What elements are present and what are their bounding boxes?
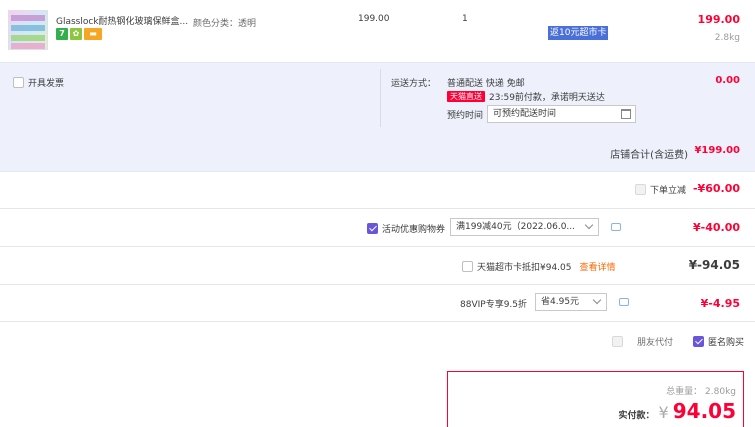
store-total-value: ¥199.00 (694, 145, 740, 156)
activity-coupon-checkbox[interactable] (367, 223, 378, 234)
order-discount-label: 下单立减 (650, 186, 687, 196)
activity-coupon-value: ¥-40.00 (692, 221, 740, 234)
store-total-label: 店铺合计(含运费) (610, 150, 688, 161)
appointment-input[interactable]: 可预约配送时间 (487, 105, 636, 123)
paid-value: 94.05 (672, 399, 736, 423)
supermarket-card-label: 天猫超市卡抵扣¥94.05 (477, 263, 572, 273)
shipping-method-label: 运送方式： (391, 79, 437, 89)
anonymous-option[interactable]: 匿名购买 (693, 335, 744, 348)
shipping-method-value: 普通配送 快递 免邮 (447, 79, 525, 89)
friend-pay-checkbox (612, 336, 623, 347)
product-thumbnail[interactable] (8, 10, 48, 50)
total-weight-value: 2.80kg (705, 387, 736, 397)
invoice-checkbox[interactable] (13, 77, 24, 88)
chevron-down-icon (592, 295, 602, 305)
invoice-option[interactable]: 开具发票 (13, 76, 64, 89)
card-icon: ▬ (84, 28, 102, 40)
quantity: 1 (462, 14, 468, 24)
activity-coupon-selected: 满199减40元（2022.06.0... (456, 222, 576, 232)
payment-summary: 总重量： 2.80kg 实付款： ¥ 94.05 (447, 371, 744, 427)
total-weight: 总重量： 2.80kg (666, 384, 736, 397)
message-icon[interactable] (619, 298, 629, 306)
unit-price: 199.00 (358, 14, 390, 24)
divider (0, 246, 755, 247)
vip-select[interactable]: 省4.95元 (535, 293, 607, 311)
view-details-link[interactable]: 查看详情 (580, 260, 616, 273)
delivery-promise: 天猫直送 23:59前付款，承诺明天送达 (447, 90, 605, 103)
delivery-note: 23:59前付款，承诺明天送达 (489, 93, 605, 103)
shipping-fee: 0.00 (715, 75, 740, 86)
supermarket-card-button[interactable]: 返10元超市卡 (548, 26, 609, 40)
currency-symbol: ¥ (658, 403, 669, 422)
service-badges: 7 ✿ ▬ (56, 28, 102, 40)
order-discount-value: -¥60.00 (692, 182, 740, 195)
subtotal: 199.00 (697, 13, 740, 26)
flower-icon: ✿ (70, 28, 82, 40)
paid-label: 实付款： (618, 411, 655, 421)
divider (0, 208, 755, 209)
vip-selected: 省4.95元 (541, 297, 580, 307)
product-title[interactable]: Glasslock耐热钢化玻璃保鲜盒... (56, 14, 188, 27)
tmall-direct-tag: 天猫直送 (447, 91, 485, 102)
divider (0, 321, 755, 322)
supermarket-card-value: ¥-94.05 (688, 258, 740, 272)
message-icon[interactable] (611, 223, 621, 231)
product-spec: 颜色分类：透明 (193, 19, 257, 29)
activity-coupon-option[interactable]: 活动优惠购物券 (367, 222, 445, 235)
appointment-label: 预约时间 (447, 111, 484, 121)
activity-coupon-label: 活动优惠购物券 (382, 225, 446, 235)
divider (0, 284, 755, 285)
total-weight-label: 总重量： (666, 387, 703, 397)
store-total-row: 店铺合计(含运费) ¥199.00 (0, 131, 755, 172)
paid-amount: 实付款： ¥ 94.05 (619, 399, 736, 423)
supermarket-card-option[interactable]: 天猫超市卡抵扣¥94.05 查看详情 (462, 260, 616, 273)
appointment-placeholder: 可预约配送时间 (493, 109, 557, 119)
vip-label: 88VIP专享9.5折 (460, 300, 528, 310)
anonymous-label: 匿名购买 (708, 338, 745, 348)
seven-day-return-icon: 7 (56, 28, 68, 40)
supermarket-card-checkbox[interactable] (462, 261, 473, 272)
activity-coupon-select[interactable]: 满199减40元（2022.06.0... (450, 218, 599, 236)
calendar-icon[interactable] (621, 109, 631, 119)
product-weight: 2.8kg (714, 33, 740, 43)
friend-pay-option: 朋友代付 (612, 335, 673, 348)
anonymous-checkbox[interactable] (693, 336, 704, 347)
shipping-block: 开具发票 运送方式： 普通配送 快递 免邮 天猫直送 23:59前付款，承诺明天… (0, 62, 755, 131)
order-discount-checkbox (635, 184, 646, 195)
chevron-down-icon (584, 220, 594, 230)
vip-value: ¥-4.95 (700, 297, 740, 310)
divider (380, 69, 381, 127)
invoice-label: 开具发票 (28, 79, 65, 89)
friend-pay-label: 朋友代付 (637, 338, 674, 348)
product-row: Glasslock耐热钢化玻璃保鲜盒... 颜色分类：透明 7 ✿ ▬ 199.… (0, 0, 755, 62)
order-discount-option: 下单立减 (635, 183, 686, 196)
